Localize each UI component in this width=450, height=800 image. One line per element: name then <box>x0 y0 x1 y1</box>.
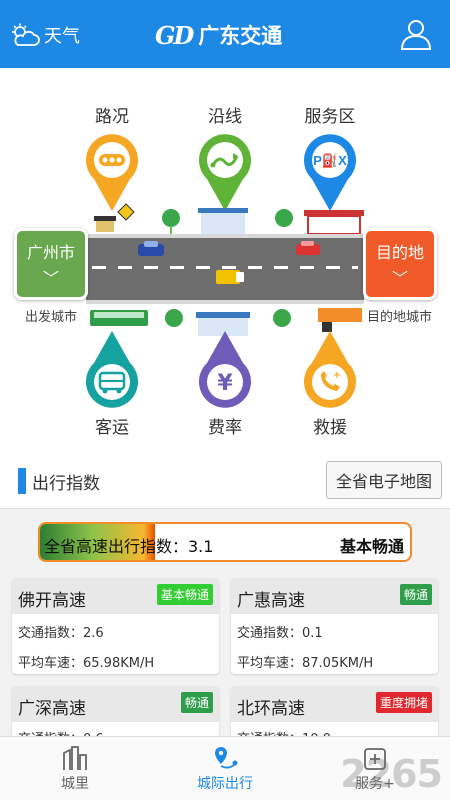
nav-intercity-label: 城际出行 <box>197 775 253 792</box>
pin-passenger-transport[interactable]: 客运 <box>84 331 140 438</box>
average-speed: 平均车速：87.05KM/H <box>237 656 374 671</box>
start-city-caption: 出发城市 <box>25 310 78 325</box>
yen-icon: ¥ <box>199 331 251 408</box>
travel-index-header: 出行指数 全省电子地图 <box>0 453 450 509</box>
traffic-index: 交通指数：2.6 <box>18 626 104 641</box>
cloud-sun-icon <box>12 23 40 46</box>
highway-card[interactable]: 佛开高速 基本畅通 交通指数：2.6 平均车速：65.98KM/H <box>12 578 219 674</box>
province-map-button[interactable]: 全省电子地图 <box>326 461 442 499</box>
destination-city-name: 目的地 <box>375 243 424 262</box>
site-watermark: 2265 <box>340 752 443 796</box>
highway-name: 北环高速 <box>237 699 305 719</box>
highway-card[interactable]: 广惠高速 畅通 交通指数：0.1 平均车速：87.05KM/H <box>231 578 438 674</box>
section-accent <box>18 468 26 494</box>
app-brand: GD 广东交通 <box>155 20 282 50</box>
user-icon[interactable] <box>400 18 432 50</box>
average-speed: 平均车速：65.98KM/H <box>18 656 155 671</box>
brand-logo: GD <box>155 20 194 50</box>
intercity-route-icon <box>215 746 238 768</box>
weather-button[interactable]: 天气 <box>10 22 80 48</box>
card-header: 北环高速 重度拥堵 <box>231 686 438 722</box>
pin-toll-rate[interactable]: ¥ 费率 <box>197 331 253 438</box>
pin-traffic[interactable]: 路况 <box>84 102 140 211</box>
chevron-down-icon: ﹀ <box>42 269 59 288</box>
overall-status: 基本畅通 <box>339 537 404 556</box>
bus-icon <box>86 331 138 408</box>
highway-name: 广惠高速 <box>237 591 305 611</box>
destination-city-caption: 目的地城市 <box>367 310 433 325</box>
svg-text:¥: ¥ <box>217 371 233 396</box>
card-header: 广深高速 畅通 <box>12 686 219 722</box>
nav-intercity[interactable]: 城际出行 <box>150 737 300 800</box>
pin-traffic-label: 路况 <box>95 107 129 127</box>
status-badge: 基本畅通 <box>156 584 213 605</box>
pin-rescue[interactable]: + 救援 <box>302 331 358 438</box>
app-header: 天气 GD 广东交通 <box>0 0 450 68</box>
section-title: 出行指数 <box>32 474 100 494</box>
highway-name: 广深高速 <box>18 699 86 719</box>
overall-index-bar[interactable]: 全省高速出行指数：3.1 基本畅通 <box>38 522 412 562</box>
overall-index-text: 全省高速出行指数：3.1 <box>44 537 214 556</box>
city-buildings-icon <box>63 745 87 770</box>
pin-toll-rate-label: 费率 <box>208 418 242 438</box>
status-badge: 畅通 <box>399 584 432 605</box>
app-title: 广东交通 <box>198 24 283 48</box>
status-badge: 重度拥堵 <box>375 692 432 713</box>
chevron-down-icon: ﹀ <box>391 269 408 288</box>
card-header: 佛开高速 基本畅通 <box>12 578 219 614</box>
pin-service-area-label: 服务区 <box>304 107 356 127</box>
phone-icon: + <box>304 331 356 408</box>
svg-text:P⛽X: P⛽X <box>313 153 347 168</box>
start-city-name: 广州市 <box>26 243 75 262</box>
start-city-selector[interactable]: 广州市 ﹀ <box>14 228 88 300</box>
svg-text:+: + <box>333 370 341 381</box>
road-vehicles <box>138 241 320 284</box>
weather-label: 天气 <box>44 26 80 47</box>
pin-passenger-transport-label: 客运 <box>95 418 129 438</box>
pin-service-area[interactable]: 服务区 P⛽X <box>302 102 358 211</box>
destination-city-selector[interactable]: 目的地 ﹀ <box>363 228 437 300</box>
traffic-index: 交通指数：0.1 <box>237 626 323 641</box>
status-badge: 畅通 <box>180 692 213 713</box>
card-header: 广惠高速 畅通 <box>231 578 438 614</box>
intercity-hero: 路况 沿线 服务区 P⛽X 广州市 ﹀ 出发城市 目的地 ﹀ 目的地城市 客运 … <box>0 68 450 453</box>
pin-rescue-label: 救援 <box>313 418 347 438</box>
nav-city-label: 城里 <box>61 775 89 792</box>
nav-city[interactable]: 城里 <box>0 737 150 800</box>
pin-route-label: 沿线 <box>208 107 242 127</box>
pin-route[interactable]: 沿线 <box>197 102 253 211</box>
highway-name: 佛开高速 <box>18 591 86 611</box>
